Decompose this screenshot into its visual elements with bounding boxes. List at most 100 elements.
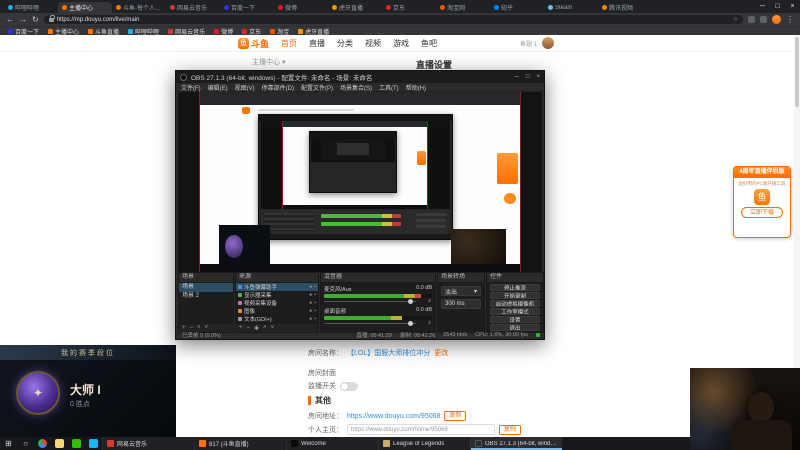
monitor-toggle[interactable] xyxy=(340,381,358,391)
breadcrumb[interactable]: 主播中心 ▾ xyxy=(252,57,285,67)
start-button[interactable]: ⊞ xyxy=(0,437,17,450)
virtual-camera-button[interactable]: 启动虚拟摄像机 xyxy=(490,300,540,307)
back-icon[interactable]: ← xyxy=(6,13,14,26)
scene-item-selected[interactable]: 场景 xyxy=(179,283,233,292)
forward-icon[interactable]: → xyxy=(19,13,27,26)
chrome-taskbar-icon[interactable] xyxy=(38,439,47,448)
address-bar[interactable]: https://mp.douyu.com/live/main ☆ xyxy=(43,15,743,24)
browser-tab[interactable]: 腾讯视频 xyxy=(598,2,652,13)
nav-video[interactable]: 视频 xyxy=(365,38,381,49)
source-down-icon[interactable]: ˅ xyxy=(271,325,275,331)
nav-yuba[interactable]: 鱼吧 xyxy=(421,38,437,49)
source-item[interactable]: 视频采集设备 ● ▪ xyxy=(236,299,318,307)
volume-slider[interactable]: ♪ xyxy=(324,298,432,305)
visibility-eye-icon[interactable]: ● xyxy=(309,316,312,322)
stop-streaming-button[interactable]: 停止推流 xyxy=(490,284,540,291)
studio-mode-button[interactable]: 工作室模式 xyxy=(490,308,540,315)
slider-knob[interactable] xyxy=(408,299,413,304)
scenes-dock-title[interactable]: 场景 xyxy=(179,273,233,283)
lock-icon[interactable]: ▪ xyxy=(314,284,316,290)
copy-home-link-button[interactable]: 复制 xyxy=(499,424,522,435)
start-recording-button[interactable]: 开始录制 xyxy=(490,292,540,299)
speaker-icon[interactable]: ♪ xyxy=(428,298,431,304)
obs-menu-view[interactable]: 视图(V) xyxy=(235,83,255,92)
obs-menu-help[interactable]: 帮助(H) xyxy=(406,83,426,92)
scene-item[interactable]: 场景 2 xyxy=(179,292,233,301)
browser-menu-icon[interactable]: ⋮ xyxy=(786,13,794,26)
obs-minimize-button[interactable]: ─ xyxy=(515,74,519,80)
remove-source-icon[interactable]: − xyxy=(247,325,251,331)
source-item[interactable]: 显示器采集 ● ▪ xyxy=(236,291,318,299)
visibility-eye-icon[interactable]: ● xyxy=(309,300,312,306)
browser-tab[interactable]: 百度一下 xyxy=(220,2,274,13)
taskbar-app-netease[interactable]: 网易云音乐 xyxy=(102,437,194,450)
minimize-button[interactable]: ─ xyxy=(755,0,770,13)
source-item[interactable]: 图像 ● ▪ xyxy=(236,307,318,315)
taskbar-app-douyu-room[interactable]: 817 (斗鱼直播) xyxy=(194,437,286,450)
refresh-icon[interactable]: ↻ xyxy=(32,13,39,26)
copy-room-link-button[interactable]: 复制 xyxy=(444,411,467,421)
transition-duration-spinner[interactable]: 300 ms xyxy=(441,299,481,309)
file-explorer-icon[interactable] xyxy=(55,439,64,448)
obs-titlebar[interactable]: OBS 27.1.3 (64-bit, windows) - 配置文件: 未命名… xyxy=(176,71,544,83)
volume-slider[interactable]: ♪ xyxy=(324,320,432,327)
browser-tab[interactable]: Steam xyxy=(544,2,598,13)
nav-category[interactable]: 分类 xyxy=(337,38,353,49)
browser-profile-avatar[interactable] xyxy=(772,15,781,24)
extension-icon[interactable] xyxy=(748,16,755,23)
obs-menu-profile[interactable]: 配置文件(P) xyxy=(301,83,333,92)
search-icon[interactable]: ○ xyxy=(17,437,34,450)
nav-game[interactable]: 游戏 xyxy=(393,38,409,49)
exit-button[interactable]: 退出 xyxy=(490,324,540,331)
taskbar-app-league[interactable]: League of Legends xyxy=(378,437,470,450)
lock-icon[interactable]: ▪ xyxy=(314,300,316,306)
taskbar-app-riot-client[interactable]: Welcome xyxy=(286,437,378,450)
settings-button[interactable]: 设置 xyxy=(490,316,540,323)
lock-icon[interactable]: ▪ xyxy=(314,308,316,314)
close-button[interactable]: × xyxy=(785,0,800,13)
source-properties-gear-icon[interactable]: ✱ xyxy=(254,325,259,332)
room-name-edit-link[interactable]: 更改 xyxy=(434,348,448,358)
lock-icon[interactable]: ▪ xyxy=(314,316,316,322)
browser-tab[interactable]: 知乎 xyxy=(490,2,544,13)
extension-icon[interactable] xyxy=(760,16,767,23)
visibility-eye-icon[interactable]: ● xyxy=(309,308,312,314)
add-source-icon[interactable]: + xyxy=(239,325,243,331)
bookmark-star-icon[interactable]: ☆ xyxy=(733,16,738,23)
obs-menu-docks[interactable]: 停靠部件(D) xyxy=(262,83,294,92)
browser-tab[interactable]: 微博 xyxy=(274,2,328,13)
nav-home[interactable]: 首页 xyxy=(281,38,297,49)
transition-select[interactable]: 淡出 ▾ xyxy=(441,286,481,296)
qq-icon[interactable] xyxy=(89,439,98,448)
obs-menu-file[interactable]: 文件(F) xyxy=(181,83,201,92)
visibility-eye-icon[interactable]: ● xyxy=(309,292,312,298)
companion-promo-card[interactable]: 4周年直播伴侣版 超好用的PC端开播工具 鱼 立即下载 xyxy=(733,166,791,238)
obs-menu-tools[interactable]: 工具(T) xyxy=(379,83,399,92)
nav-live[interactable]: 直播 xyxy=(309,38,325,49)
user-avatar[interactable] xyxy=(542,37,554,49)
sources-dock-title[interactable]: 来源 xyxy=(236,273,318,283)
obs-menu-edit[interactable]: 编辑(E) xyxy=(208,83,228,92)
speaker-icon[interactable]: ♪ xyxy=(428,320,431,326)
browser-tab[interactable]: 斗鱼-每个人的直播平台 xyxy=(112,2,166,13)
source-up-icon[interactable]: ˄ xyxy=(263,325,267,331)
home-link-input[interactable]: https://www.douyu.com/home/95068 xyxy=(347,424,495,435)
scrollbar-thumb[interactable] xyxy=(795,37,799,107)
douyu-logo[interactable]: 鱼 斗鱼 xyxy=(238,37,269,50)
obs-close-button[interactable]: × xyxy=(536,74,540,80)
browser-tab[interactable]: 淘宝网 xyxy=(436,2,490,13)
source-item-selected[interactable]: 斗鱼弹幕助手 ● ▪ xyxy=(236,283,318,291)
source-item[interactable]: 文本(GDI+) ● ▪ xyxy=(236,315,318,323)
browser-tab[interactable]: 京东 xyxy=(382,2,436,13)
wechat-icon[interactable] xyxy=(72,439,81,448)
taskbar-app-obs[interactable]: OBS 27.1.3 (64-bit, windows) xyxy=(470,437,562,450)
slider-knob[interactable] xyxy=(408,321,413,326)
visibility-eye-icon[interactable]: ● xyxy=(309,284,312,290)
browser-tab[interactable]: 虎牙直播 xyxy=(328,2,382,13)
obs-menu-scene-collection[interactable]: 场景集合(S) xyxy=(340,83,372,92)
obs-maximize-button[interactable]: □ xyxy=(526,74,530,80)
controls-dock-title[interactable]: 控件 xyxy=(487,273,543,283)
browser-tab-active[interactable]: 主播中心 xyxy=(58,2,112,13)
room-link-value[interactable]: https://www.douyu.com/95068 xyxy=(347,413,440,420)
transitions-dock-title[interactable]: 场景转场 xyxy=(438,273,484,283)
